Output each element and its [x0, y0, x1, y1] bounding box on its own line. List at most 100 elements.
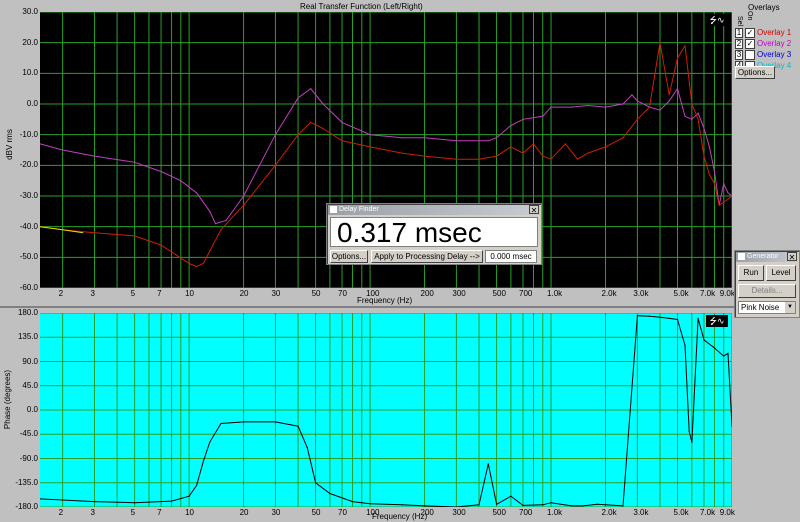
- top-chart-data-point: [522, 118, 524, 120]
- top-chart-data-point: [369, 134, 371, 136]
- top-chart-data-point: [587, 152, 589, 154]
- top-chart-xtick-label: 200: [420, 289, 434, 298]
- top-chart-data-point: [542, 115, 544, 117]
- overlays-options-button[interactable]: Options...: [735, 66, 775, 79]
- top-chart-data-point: [703, 127, 705, 130]
- bottom-chart-data-point: [369, 503, 371, 505]
- top-chart-ytick-label: -60.0: [19, 283, 38, 292]
- overlay-label: Overlay 2: [757, 39, 792, 48]
- top-chart-data-point: [703, 155, 705, 157]
- bottom-chart-xtick-label: 30: [271, 508, 281, 517]
- bottom-chart-ytick-label: -45.0: [19, 429, 38, 439]
- bottom-chart-icon[interactable]: ⭍∿: [706, 315, 728, 327]
- bottom-chart-xtick-label: 700: [519, 508, 533, 517]
- top-chart-xtick-label: 2.0k: [601, 289, 617, 298]
- top-chart-xtick-label: 3.0k: [633, 289, 649, 298]
- top-chart-ytick-label: -10.0: [19, 129, 38, 139]
- top-chart-data-point: [209, 210, 211, 212]
- top-chart-data-point: [622, 103, 624, 105]
- bottom-chart-data-point: [691, 441, 693, 443]
- bottom-chart-data-point: [495, 503, 498, 505]
- generator-titlebar[interactable]: Generator ✕: [736, 252, 798, 262]
- bottom-chart-data-point: [636, 315, 638, 317]
- top-chart-data-point: [455, 158, 458, 160]
- top-chart-data-point: [242, 195, 245, 197]
- top-chart-data-point: [622, 137, 624, 139]
- bottom-chart-data-point: [596, 503, 598, 505]
- overlay-checkbox[interactable]: [745, 50, 755, 60]
- generator-window: Generator ✕ Run Level Details... Pink No…: [734, 250, 800, 318]
- top-chart-xtick-label: 9.0k: [719, 289, 735, 298]
- overlay-checkbox[interactable]: ✓: [745, 39, 755, 49]
- top-chart-data-point: [676, 88, 679, 90]
- bottom-chart-data-point: [297, 425, 299, 427]
- top-chart-xtick-label: 70: [338, 289, 347, 298]
- top-chart-data-point: [495, 155, 498, 157]
- top-chart-data-point: [214, 223, 217, 225]
- bottom-chart-ytick-label: 90.0: [22, 356, 38, 366]
- generator-run-button[interactable]: Run: [738, 265, 764, 281]
- top-chart-data-point: [550, 158, 552, 160]
- overlay-label: Overlay 1: [757, 28, 792, 37]
- bottom-chart-data-point: [487, 463, 489, 465]
- bottom-chart-data-point: [510, 495, 512, 497]
- top-chart-data-point: [684, 45, 686, 47]
- delay-finder-titlebar[interactable]: Delay Finder ✕: [328, 205, 540, 215]
- top-chart-data-point: [274, 164, 277, 166]
- bottom-chart-plot[interactable]: [40, 313, 732, 507]
- delay-finder-close-icon[interactable]: ✕: [529, 205, 539, 215]
- overlay-number[interactable]: 1: [735, 28, 743, 38]
- top-chart-xtick-label: 3: [90, 289, 95, 298]
- top-chart-data-point: [648, 106, 651, 108]
- bottom-chart-data-point: [713, 347, 716, 349]
- bottom-chart-xtick-label: 3.0k: [633, 508, 649, 517]
- top-chart-data-point: [160, 244, 162, 246]
- bottom-chart-data-point: [329, 492, 331, 495]
- delay-value-field[interactable]: 0.000 msec: [485, 250, 537, 263]
- top-chart-data-point: [188, 262, 190, 265]
- generator-title: Generator: [747, 253, 779, 260]
- bottom-chart-data-point: [550, 502, 552, 504]
- top-chart-data-point: [195, 265, 198, 268]
- bottom-chart-data-point: [697, 317, 699, 319]
- overlay-number[interactable]: 2: [735, 39, 743, 49]
- bottom-chart-xtick-label: 70: [338, 508, 347, 517]
- generator-signal-select[interactable]: Pink Noise ▼: [738, 301, 796, 314]
- top-chart-data-point: [542, 155, 544, 157]
- top-chart-data-point: [180, 180, 182, 182]
- generator-app-icon: [738, 253, 745, 260]
- overlay-number[interactable]: 3: [735, 50, 743, 60]
- top-chart-data-point: [220, 229, 222, 231]
- top-chart-xtick-label: 1.0k: [547, 289, 563, 298]
- generator-level-button[interactable]: Level: [766, 265, 796, 281]
- top-chart-data-point: [369, 146, 371, 148]
- top-chart-data-point: [636, 118, 638, 120]
- bottom-chart-data-point: [571, 505, 573, 507]
- bottom-chart-data-point: [604, 504, 607, 506]
- top-chart-data-point: [297, 134, 299, 136]
- top-chart-data-point: [659, 109, 661, 111]
- bottom-chart-data-point: [401, 504, 403, 506]
- bottom-chart-ytick-label: -90.0: [19, 453, 38, 463]
- top-chart-ylabel: dBV rms: [4, 129, 14, 160]
- apply-to-processing-delay-button[interactable]: Apply to Processing Delay -->: [371, 250, 483, 263]
- generator-close-icon[interactable]: ✕: [787, 252, 797, 262]
- delay-finder-options-button[interactable]: Options...: [330, 250, 368, 263]
- top-chart-icon[interactable]: ⭍∿: [706, 14, 728, 26]
- chevron-down-icon[interactable]: ▼: [785, 302, 795, 313]
- bottom-chart-xlabel: Frequency (Hz): [372, 512, 428, 521]
- delay-finder-value: 0.317 msec: [337, 217, 482, 248]
- top-chart-data-point: [571, 106, 573, 108]
- bottom-chart-xtick-label: 300: [452, 508, 466, 517]
- top-chart-ytick-label: -40.0: [19, 221, 38, 231]
- bottom-chart-data-point: [220, 422, 222, 425]
- bottom-chart-ytick-label: 135.0: [17, 332, 38, 342]
- top-chart-data-point: [160, 170, 162, 173]
- bottom-chart-data-point: [723, 355, 725, 357]
- top-chart-data-point: [195, 192, 198, 194]
- chart-divider[interactable]: [0, 306, 800, 308]
- overlay-checkbox[interactable]: ✓: [745, 28, 755, 38]
- top-chart-data-point: [341, 140, 343, 142]
- top-chart-data-point: [676, 57, 679, 59]
- top-chart-ytick-label: -20.0: [19, 160, 38, 170]
